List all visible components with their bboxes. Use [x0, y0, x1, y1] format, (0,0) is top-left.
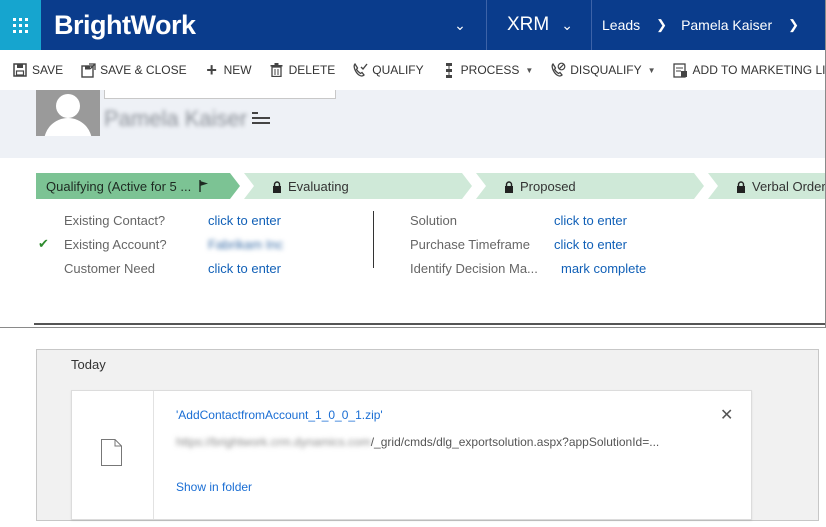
delete-button[interactable]: DELETE	[269, 62, 335, 78]
download-url-path: /_grid/cmds/dlg_exportsolution.aspx?appS…	[370, 435, 660, 449]
downloads-panel: Today 'AddContactfromAccount_1_0_0_1.zip…	[36, 349, 819, 521]
save-close-icon	[80, 62, 96, 78]
field-label: Solution	[410, 212, 457, 228]
process-button[interactable]: PROCESS ▼	[441, 62, 534, 78]
process-icon	[441, 62, 457, 78]
app-name: XRM	[507, 14, 550, 35]
command-bar: SAVE SAVE & CLOSE + NEW DELETE QUALIFY P…	[0, 50, 825, 90]
field-row: Identify Decision Ma... mark complete	[410, 256, 646, 280]
checkmark-icon: ✔	[38, 236, 49, 251]
show-in-folder-link[interactable]: Show in folder	[176, 480, 252, 494]
phone-check-icon	[352, 62, 368, 78]
download-source-url: https://brightwork.crm.dynamics.com/_gri…	[176, 435, 659, 449]
field-label: Existing Account?	[64, 236, 167, 252]
brand-menu-chevron-icon[interactable]: ⌄	[434, 17, 486, 34]
field-label: Purchase Timeframe	[410, 236, 530, 252]
add-to-marketing-list-button[interactable]: ADD TO MARKETING LIST	[673, 62, 825, 78]
field-value-link[interactable]: click to enter	[208, 261, 281, 276]
qualify-button[interactable]: QUALIFY	[352, 62, 424, 78]
record-header: Pamela Kaiser	[0, 90, 825, 158]
download-url-host: https://brightwork.crm.dynamics.com	[176, 435, 371, 449]
download-filename-link[interactable]: 'AddContactfromAccount_1_0_0_1.zip'	[176, 408, 383, 422]
stage-evaluating[interactable]: Evaluating	[244, 173, 472, 199]
stage-fields-right: Solution click to enter Purchase Timefra…	[410, 208, 646, 280]
section-divider	[34, 323, 825, 325]
field-value-link[interactable]: click to enter	[208, 213, 281, 228]
app-launcher-button[interactable]	[0, 0, 41, 50]
save-icon	[12, 62, 28, 78]
breadcrumb-record[interactable]: Pamela Kaiser	[681, 17, 772, 33]
chevron-right-icon: ❯	[656, 17, 668, 32]
business-process-panel: Qualifying (Active for 5 ... Evaluating	[20, 158, 826, 327]
record-menu-icon[interactable]	[252, 112, 270, 126]
flag-icon	[199, 180, 209, 192]
disqualify-icon	[550, 62, 566, 78]
save-button[interactable]: SAVE	[12, 62, 63, 78]
field-row: Existing Contact? click to enter	[64, 208, 283, 232]
stage-proposed[interactable]: Proposed	[476, 173, 704, 199]
close-icon[interactable]: ✕	[720, 405, 733, 425]
record-name: Pamela Kaiser	[104, 106, 248, 131]
plus-icon: +	[206, 59, 217, 80]
new-button[interactable]: + NEW	[204, 59, 251, 80]
chevron-down-icon: ⌄	[561, 16, 573, 33]
field-value-link[interactable]: mark complete	[561, 261, 646, 276]
lock-icon	[736, 181, 746, 193]
lock-icon	[504, 181, 514, 193]
download-item: 'AddContactfromAccount_1_0_0_1.zip' http…	[71, 390, 752, 520]
brand-logo: BrightWork	[54, 9, 196, 40]
stage-verbal-order[interactable]: Verbal Order	[708, 173, 826, 199]
field-row: ✔ Existing Account? Fabrikam Inc	[38, 232, 283, 256]
field-value-link[interactable]: click to enter	[554, 237, 627, 252]
disqualify-button[interactable]: DISQUALIFY ▼	[550, 62, 656, 78]
marketing-list-icon	[673, 62, 689, 78]
field-label: Identify Decision Ma...	[410, 260, 538, 276]
lock-icon	[272, 181, 282, 193]
breadcrumb-leads[interactable]: Leads	[602, 17, 640, 33]
trash-icon	[269, 62, 285, 78]
field-label: Customer Need	[64, 260, 156, 276]
stage-fields-left: Existing Contact? click to enter ✔ Exist…	[38, 208, 283, 280]
avatar[interactable]	[36, 90, 100, 136]
save-and-close-button[interactable]: SAVE & CLOSE	[80, 62, 187, 78]
top-navigation-bar: BrightWork ⌄ XRM ⌄ Leads ❯ Pamela Kaiser…	[0, 0, 825, 50]
file-icon	[101, 439, 122, 466]
downloads-section-heading: Today	[71, 357, 106, 372]
breadcrumb: Leads ❯ Pamela Kaiser ❯	[592, 17, 813, 33]
app-switcher[interactable]: XRM ⌄	[487, 14, 591, 36]
waffle-icon	[13, 17, 28, 33]
dropdown-caret-icon: ▼	[525, 65, 534, 75]
field-row: Customer Need click to enter	[64, 256, 283, 280]
field-row: Purchase Timeframe click to enter	[410, 232, 646, 256]
crm-window: BrightWork ⌄ XRM ⌄ Leads ❯ Pamela Kaiser…	[0, 0, 826, 328]
dropdown-caret-icon: ▼	[647, 65, 656, 75]
field-label: Existing Contact?	[64, 212, 166, 228]
chevron-right-icon[interactable]: ❯	[788, 17, 799, 33]
process-stages: Qualifying (Active for 5 ... Evaluating	[36, 173, 826, 199]
fields-divider	[373, 211, 374, 268]
header-input-box	[104, 90, 336, 99]
field-row: Solution click to enter	[410, 208, 646, 232]
stage-qualifying[interactable]: Qualifying (Active for 5 ...	[36, 173, 240, 199]
download-icon-column	[72, 391, 154, 519]
field-value-link[interactable]: click to enter	[554, 213, 627, 228]
field-value-link[interactable]: Fabrikam Inc	[208, 237, 283, 252]
